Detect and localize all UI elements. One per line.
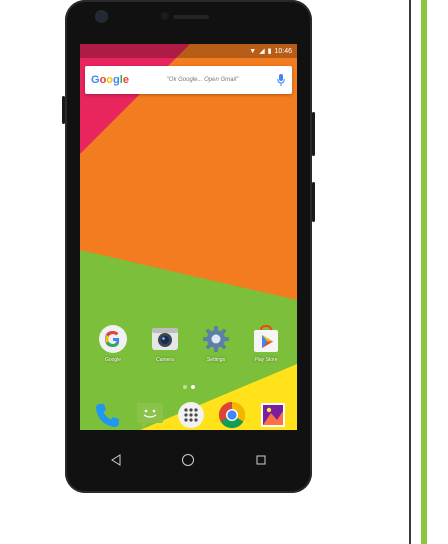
camera-icon bbox=[152, 328, 178, 350]
back-icon bbox=[111, 454, 121, 466]
gallery-icon bbox=[261, 403, 285, 427]
back-button[interactable] bbox=[106, 450, 126, 470]
app-play-store[interactable]: Play Store bbox=[248, 324, 284, 363]
power-button bbox=[312, 182, 315, 222]
google-logo: Google bbox=[91, 74, 129, 86]
search-hint: "Ok Google... Open Gmail" bbox=[166, 77, 239, 83]
status-bar: ▼ ◢ ▮ 10:46 bbox=[80, 44, 297, 58]
home-icon bbox=[182, 454, 195, 466]
recents-icon bbox=[256, 455, 266, 465]
battery-icon: ▮ bbox=[267, 47, 272, 55]
phone-icon bbox=[96, 404, 119, 427]
volume-button bbox=[62, 96, 65, 124]
earpiece bbox=[173, 15, 209, 19]
frame-green-border bbox=[421, 0, 427, 544]
app-label: Camera bbox=[156, 357, 174, 363]
phone-device: ▼ ◢ ▮ 10:46 Google "Ok Google... Open Gm… bbox=[62, 0, 315, 493]
play-store-icon bbox=[254, 324, 278, 352]
settings-icon bbox=[203, 326, 229, 352]
google-icon bbox=[99, 325, 127, 353]
wifi-icon: ▼ bbox=[249, 47, 257, 55]
google-search-bar[interactable]: Google "Ok Google... Open Gmail" bbox=[85, 66, 292, 94]
signal-icon: ◢ bbox=[259, 47, 265, 55]
app-label: Settings bbox=[206, 357, 226, 363]
page-indicator bbox=[183, 385, 195, 389]
messaging-icon bbox=[137, 403, 163, 429]
status-time: 10:46 bbox=[274, 47, 292, 55]
wallpaper bbox=[80, 44, 297, 430]
frame-divider bbox=[409, 0, 411, 544]
app-drawer-icon bbox=[178, 402, 204, 428]
home-button[interactable] bbox=[178, 450, 198, 470]
dock-phone[interactable] bbox=[90, 400, 126, 430]
app-camera[interactable]: Camera bbox=[147, 324, 183, 363]
chrome-icon bbox=[218, 401, 246, 429]
dock-chrome[interactable] bbox=[214, 400, 250, 430]
navigation-bar bbox=[80, 440, 297, 480]
dock-gallery[interactable] bbox=[255, 400, 291, 430]
microphone-icon[interactable] bbox=[276, 73, 286, 87]
app-settings[interactable]: Settings bbox=[198, 324, 234, 363]
phone-screen: ▼ ◢ ▮ 10:46 Google "Ok Google... Open Gm… bbox=[80, 44, 297, 430]
app-label: Play Store bbox=[254, 357, 278, 363]
front-camera bbox=[97, 12, 106, 21]
dock-app-drawer[interactable] bbox=[173, 400, 209, 430]
proximity-sensor bbox=[161, 12, 169, 20]
page-dot-active bbox=[191, 385, 195, 389]
right-side-button bbox=[312, 112, 315, 156]
app-label: Google bbox=[104, 357, 122, 363]
recents-button[interactable] bbox=[251, 450, 271, 470]
page-dot bbox=[183, 385, 187, 389]
dock-messaging[interactable] bbox=[132, 400, 168, 430]
app-google[interactable]: Google bbox=[95, 324, 131, 363]
